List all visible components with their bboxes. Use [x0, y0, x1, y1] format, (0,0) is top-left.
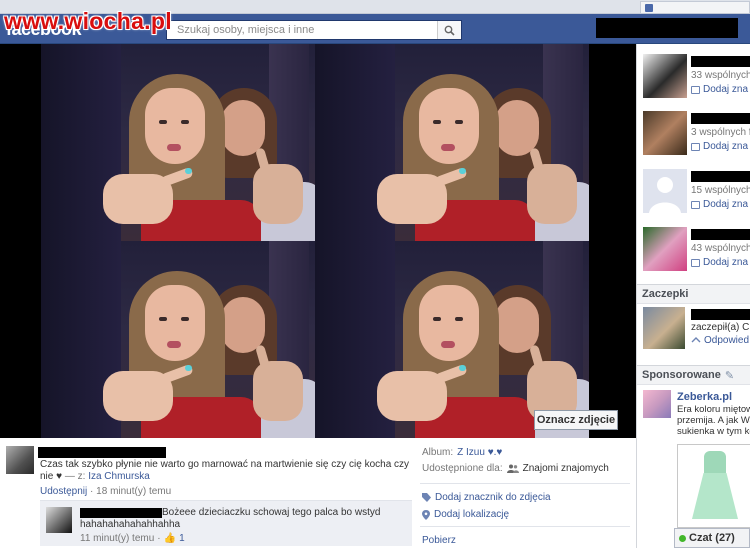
avatar[interactable]: [643, 227, 687, 271]
redacted-name: [691, 229, 750, 240]
mutual-friends-count[interactable]: 33 wspólnych: [691, 70, 750, 81]
poke-text: zaczepił(a) Cię: [691, 322, 750, 333]
photo-tile: [41, 44, 315, 241]
redacted-name: [691, 171, 750, 182]
mutual-friends-count[interactable]: 3 wspólnych fa: [691, 127, 750, 138]
mutual-friends-count[interactable]: 15 wspólnych: [691, 185, 750, 196]
add-friend-icon: [691, 258, 700, 267]
comment: Bożeee dzieciaczku schowaj tego palca bo…: [40, 500, 412, 546]
favicon-icon: [645, 4, 653, 12]
photo-viewer: [0, 44, 636, 438]
download-link[interactable]: Pobierz: [422, 535, 456, 546]
photo[interactable]: [41, 44, 589, 438]
default-avatar-icon[interactable]: [643, 169, 687, 213]
site-watermark: www.wiocha.pl: [4, 8, 172, 34]
like-count[interactable]: 1: [179, 533, 185, 544]
album-link[interactable]: Z Izuu ♥.♥: [457, 447, 502, 458]
photo-caption: Czas tak szybko płynie nie warto go marn…: [40, 459, 410, 482]
add-friend-link[interactable]: Dodaj zna: [691, 141, 748, 152]
add-friend-label: Dodaj zna: [703, 257, 749, 268]
sponsored-title: Sponsorowane: [642, 369, 721, 381]
search-box: [166, 20, 462, 40]
album-row: Album: Z Izuu ♥.♥: [422, 447, 503, 458]
poke-item: zaczepił(a) Cię Odpowied: [643, 307, 750, 353]
tagged-person-link[interactable]: Iza Chmurska: [88, 471, 150, 482]
add-friend-icon: [691, 85, 700, 94]
add-friend-label: Dodaj zna: [703, 199, 749, 210]
right-sidebar: 33 wspólnych Dodaj zna 3 wspólnych fa Do…: [636, 44, 750, 548]
owner-avatar[interactable]: [6, 446, 34, 474]
poke-icon: [691, 337, 701, 343]
chat-bar[interactable]: Czat (27): [674, 528, 750, 548]
photo-details: Czas tak szybko płynie nie warto go marn…: [0, 438, 636, 548]
friend-suggestion: 43 wspólnych Dodaj zna: [643, 227, 750, 277]
sponsored-ad[interactable]: Zeberka.pl Era koloru miętowe przemija. …: [643, 390, 750, 528]
redacted-profile-area: [596, 18, 738, 38]
mutual-friends-count[interactable]: 43 wspólnych: [691, 243, 750, 254]
pokes-heading: Zaczepki: [637, 284, 750, 304]
chat-label: Czat (27): [689, 532, 735, 544]
search-icon: [444, 25, 455, 36]
download-row[interactable]: Pobierz: [422, 535, 456, 546]
avatar[interactable]: [643, 54, 687, 98]
add-tag-row[interactable]: Dodaj znacznik do zdjęcia: [422, 492, 551, 503]
photo-tile: [315, 44, 589, 241]
online-status-icon: [679, 534, 686, 542]
browser-tab[interactable]: [640, 1, 750, 13]
edit-pencil-icon[interactable]: ✎: [725, 369, 734, 382]
comment-meta: 11 minut(y) temu · 👍 1: [80, 533, 185, 544]
ad-body: Era koloru miętowe przemija. A jak Wa su…: [677, 404, 750, 437]
like-icon[interactable]: 👍: [164, 533, 176, 544]
poke-back-link[interactable]: Odpowied: [691, 335, 749, 346]
tag-icon: [422, 493, 431, 502]
add-tag-link[interactable]: Dodaj znacznik do zdjęcia: [435, 492, 551, 503]
privacy-row: Udostępnione dla: Znajomi znajomych: [422, 463, 609, 474]
search-button[interactable]: [437, 21, 461, 39]
privacy-value[interactable]: Znajomi znajomych: [523, 463, 609, 474]
avatar[interactable]: [643, 307, 685, 349]
poke-back-label: Odpowied: [704, 335, 750, 346]
add-location-row[interactable]: Dodaj lokalizację: [422, 509, 509, 520]
ad-image[interactable]: [677, 444, 750, 528]
redacted-name: [691, 56, 750, 67]
add-friend-link[interactable]: Dodaj zna: [691, 257, 748, 268]
add-friend-link[interactable]: Dodaj zna: [691, 199, 748, 210]
search-input[interactable]: [167, 21, 437, 39]
post-timestamp[interactable]: 18 minut(y) temu: [96, 486, 171, 497]
friends-of-friends-icon: [506, 464, 519, 473]
sponsored-heading: Sponsorowane ✎: [637, 365, 750, 385]
photo-tile: [315, 241, 589, 438]
add-friend-link[interactable]: Dodaj zna: [691, 84, 748, 95]
redacted-name: [691, 113, 750, 124]
avatar[interactable]: [643, 111, 687, 155]
location-pin-icon: [422, 509, 430, 520]
share-link[interactable]: Udostępnij: [40, 486, 87, 497]
add-location-link[interactable]: Dodaj lokalizację: [434, 509, 509, 520]
post-meta: Udostępnij · 18 minut(y) temu: [40, 486, 172, 497]
comment-timestamp[interactable]: 11 minut(y) temu: [80, 533, 154, 544]
comment-text: Bożeee dzieciaczku schowaj tego palca bo…: [80, 507, 381, 530]
redacted-name: [691, 309, 750, 320]
photo-info-panel: Album: Z Izuu ♥.♥ Udostępnione dla: Znaj…: [420, 438, 636, 548]
friend-suggestion: 15 wspólnych Dodaj zna: [643, 169, 750, 219]
ad-title[interactable]: Zeberka.pl: [677, 391, 732, 403]
redacted-owner-name: [38, 447, 166, 458]
add-friend-icon: [691, 200, 700, 209]
add-friend-icon: [691, 142, 700, 151]
add-friend-label: Dodaj zna: [703, 84, 749, 95]
friend-suggestion: 33 wspólnych Dodaj zna: [643, 54, 750, 104]
friend-suggestion: 3 wspólnych fa Dodaj zna: [643, 111, 750, 161]
photo-tile: [41, 241, 315, 438]
ad-thumbnail[interactable]: [643, 390, 671, 418]
commenter-avatar[interactable]: [46, 507, 72, 533]
tag-photo-button[interactable]: Oznacz zdjęcie: [534, 410, 618, 430]
add-friend-label: Dodaj zna: [703, 141, 749, 152]
